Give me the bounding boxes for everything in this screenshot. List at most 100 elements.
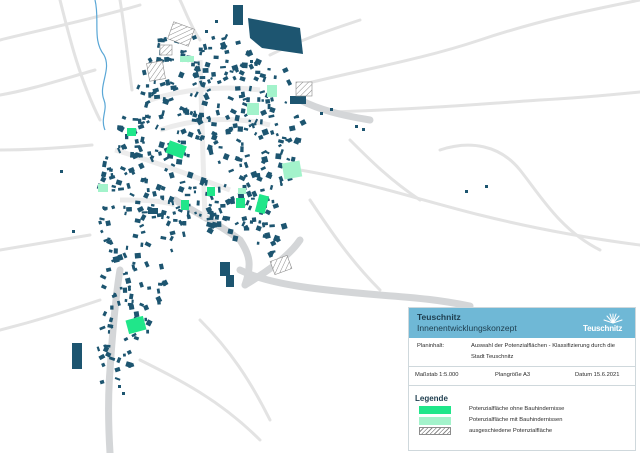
building xyxy=(186,153,190,158)
building xyxy=(124,171,128,176)
building xyxy=(223,71,229,76)
building xyxy=(260,188,265,193)
building xyxy=(234,221,239,226)
building xyxy=(211,121,217,127)
building xyxy=(239,76,246,82)
building xyxy=(239,163,243,168)
building xyxy=(108,249,113,253)
building xyxy=(199,76,206,80)
building xyxy=(245,182,251,188)
building xyxy=(116,125,124,131)
building xyxy=(163,156,170,162)
building xyxy=(241,62,248,69)
building xyxy=(202,67,209,73)
building xyxy=(108,168,113,173)
building xyxy=(169,235,174,242)
building xyxy=(155,183,162,191)
building xyxy=(147,286,152,290)
building xyxy=(152,190,157,197)
legend-swatch-free xyxy=(419,406,451,414)
building xyxy=(277,139,285,144)
building xyxy=(144,260,150,268)
building xyxy=(241,220,246,227)
building xyxy=(169,81,175,86)
building xyxy=(268,114,275,119)
building xyxy=(256,241,260,245)
building xyxy=(111,189,116,192)
building xyxy=(114,366,121,373)
building xyxy=(242,97,247,101)
building xyxy=(180,140,186,145)
building xyxy=(139,223,145,228)
building xyxy=(155,295,163,304)
building xyxy=(320,112,323,115)
building xyxy=(142,304,150,311)
building xyxy=(154,149,159,153)
building xyxy=(224,49,230,55)
building xyxy=(119,286,123,290)
building xyxy=(122,392,125,395)
building xyxy=(170,248,174,253)
building xyxy=(100,229,104,234)
building xyxy=(217,186,221,193)
building xyxy=(132,261,136,265)
building xyxy=(286,79,293,86)
building xyxy=(98,353,106,361)
building xyxy=(260,109,268,116)
building xyxy=(241,216,248,222)
building xyxy=(485,185,488,188)
building xyxy=(146,119,150,124)
title-block-header: Teuschnitz Innenentwicklungskonzept Teus… xyxy=(409,308,635,338)
building xyxy=(247,205,253,211)
building xyxy=(142,141,145,144)
building xyxy=(137,118,142,124)
building xyxy=(137,124,145,130)
building xyxy=(270,240,277,247)
building xyxy=(111,205,116,210)
building xyxy=(245,199,250,206)
building xyxy=(193,190,196,194)
building xyxy=(164,56,170,62)
building xyxy=(128,293,134,300)
building xyxy=(264,209,272,216)
building xyxy=(142,116,146,121)
building xyxy=(258,220,262,224)
building xyxy=(127,302,134,307)
building xyxy=(255,225,262,232)
building xyxy=(240,108,246,114)
building xyxy=(140,230,146,235)
building xyxy=(270,97,274,102)
building xyxy=(240,146,244,153)
building xyxy=(119,166,126,171)
building xyxy=(355,125,358,128)
building xyxy=(299,119,307,127)
building xyxy=(246,190,253,198)
building xyxy=(168,97,174,102)
building xyxy=(144,317,148,322)
building xyxy=(238,69,245,76)
building xyxy=(132,233,139,239)
building xyxy=(275,132,279,137)
building xyxy=(122,252,128,259)
building xyxy=(141,211,148,214)
building xyxy=(177,113,182,117)
building xyxy=(99,217,105,221)
building xyxy=(132,118,139,121)
building xyxy=(138,281,144,288)
building xyxy=(99,274,107,280)
building xyxy=(126,182,131,190)
building xyxy=(253,131,258,136)
building xyxy=(267,67,271,71)
building xyxy=(136,84,141,90)
building xyxy=(222,75,229,82)
building xyxy=(284,101,288,104)
building xyxy=(145,84,150,88)
building xyxy=(138,162,145,170)
building xyxy=(140,242,144,248)
building xyxy=(146,187,150,193)
building xyxy=(134,138,139,144)
building xyxy=(140,214,147,222)
building xyxy=(157,282,163,286)
building xyxy=(99,379,105,385)
building xyxy=(182,231,186,238)
